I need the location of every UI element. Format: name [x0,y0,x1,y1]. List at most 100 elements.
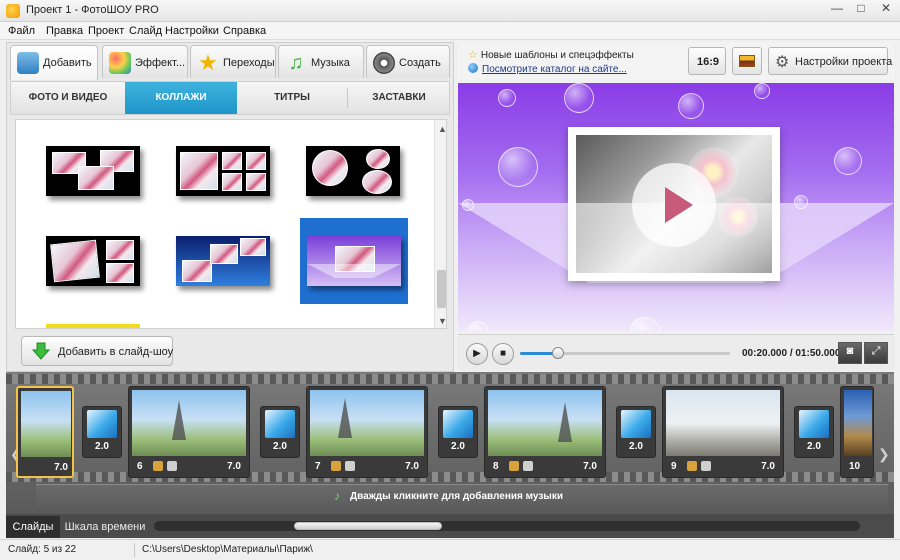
maximize-button[interactable]: □ [850,0,872,18]
timeline-scrollbar-thumb[interactable] [294,522,442,530]
sub-tabs: ФОТО И ВИДЕО КОЛЛАЖИ ТИТРЫ ЗАСТАВКИ [10,81,450,115]
preview-viewport[interactable] [458,83,894,331]
project-settings-label: Настройки проекта [795,56,893,68]
tab-titles[interactable]: ТИТРЫ [237,82,347,114]
seek-handle[interactable] [552,347,565,359]
gallery-scrollbar[interactable]: ▲ ▼ [434,120,446,328]
project-settings-button[interactable]: ⚙ Настройки проекта [768,47,892,75]
timeline-slide-9[interactable]: 9 7.0 [662,386,784,478]
sound-icon[interactable] [523,461,533,471]
menu-edit[interactable]: Правка [46,25,83,37]
tab-effects-label: Эффект... [135,57,186,69]
bubble-decoration [754,83,770,99]
tab-transitions[interactable]: ★ Переходы [190,45,276,78]
close-button[interactable]: ✕ [872,0,900,18]
add-to-slideshow-button[interactable]: Добавить в слайд-шоу [21,336,173,366]
minimize-button[interactable]: — [826,0,848,18]
left-panel: Добавить Эффект... ★ Переходы ♫ Музыка С… [6,42,454,372]
collage-template-4[interactable] [46,236,140,286]
transition-duration: 2.0 [807,441,821,452]
stop-button[interactable]: ■ [492,343,514,365]
tab-slides[interactable]: Слайды [6,516,60,538]
menu-help[interactable]: Справка [223,25,266,37]
menu-settings[interactable]: Настройки [165,25,219,37]
transition-tile[interactable]: 2.0 [616,406,656,458]
bubble-decoration [498,147,538,187]
collage-template-5[interactable] [176,236,270,286]
transition-icon [621,410,651,438]
transition-icon [799,410,829,438]
timeline-slide-5[interactable]: 7.0 [16,386,74,478]
tab-collages[interactable]: КОЛЛАЖИ [125,82,237,114]
slide-duration: 7.0 [583,461,597,472]
slide-duration: 7.0 [54,462,68,473]
slide-number: 10 [849,461,861,472]
tab-intros[interactable]: ЗАСТАВКИ [348,82,450,114]
catalog-link[interactable]: Посмотрите каталог на сайте... [468,63,627,75]
timeline-mode-bar: Слайды Шкала времени [6,514,894,538]
timeline-slide-7[interactable]: 7 7.0 [306,386,428,478]
camera-icon: ◙ [846,345,854,357]
scrollbar-thumb[interactable] [437,270,446,308]
transition-duration: 2.0 [629,441,643,452]
edit-icon[interactable] [687,461,697,471]
big-play-button[interactable] [632,163,716,247]
bubble-decoration [564,83,594,113]
scroll-up-icon[interactable]: ▲ [438,124,446,134]
background-button[interactable] [732,47,762,75]
tab-add[interactable]: Добавить [10,45,98,80]
collage-template-1[interactable] [46,146,140,196]
collage-gallery: ▲ ▼ [15,119,447,329]
edit-icon[interactable] [509,461,519,471]
menu-project[interactable]: Проект [88,25,124,37]
bubble-decoration [468,321,488,331]
transition-tile[interactable]: 2.0 [794,406,834,458]
tab-music[interactable]: ♫ Музыка [278,45,364,78]
menu-slide[interactable]: Слайд [129,25,162,37]
fullscreen-button[interactable]: ⤢ [864,342,888,364]
sound-icon[interactable] [701,461,711,471]
music-note-icon: ♪ [334,489,340,503]
music-track[interactable]: ♪ Дважды кликните для добавления музыки [36,484,888,508]
tab-create[interactable]: Создать [366,45,450,78]
timeline-slide-8[interactable]: 8 7.0 [484,386,606,478]
slide-thumbnail [132,390,246,456]
transition-tile[interactable]: 2.0 [438,406,478,458]
collage-template-6[interactable] [307,236,401,286]
slide-number: 8 [493,461,499,472]
news-notice-text: Новые шаблоны и спецэффекты [480,50,634,61]
seek-slider[interactable] [520,347,730,359]
collage-template-7[interactable] [46,324,140,328]
collage-template-2[interactable] [176,146,270,196]
timeline-slide-6[interactable]: 6 7.0 [128,386,250,478]
slide-timeline: ❮ ❯ 7.0 2.0 6 7.0 2.0 7 7.0 2.0 8 7.0 [6,372,894,514]
play-button[interactable]: ▶ [466,343,488,365]
edit-icon[interactable] [331,461,341,471]
menu-file[interactable]: Файл [8,25,35,37]
slide-thumbnail [488,390,602,456]
add-to-slideshow-label: Добавить в слайд-шоу [58,346,174,358]
transition-duration: 2.0 [273,441,287,452]
tab-photo-video[interactable]: ФОТО И ВИДЕО [11,82,125,114]
timeline-scrollbar[interactable] [154,521,860,531]
snapshot-button[interactable]: ◙ [838,342,862,364]
landscape-image-icon [739,55,755,67]
scroll-down-icon[interactable]: ▼ [438,316,446,326]
transition-tile[interactable]: 2.0 [82,406,122,458]
stop-icon: ■ [499,348,507,359]
transition-tile[interactable]: 2.0 [260,406,300,458]
tab-effects[interactable]: Эффект... [102,45,188,78]
folder-path: C:\Users\Desktop\Материалы\Париж\ [142,544,313,555]
edit-icon[interactable] [153,461,163,471]
collage-template-selected-highlight[interactable] [300,218,408,304]
sound-icon[interactable] [167,461,177,471]
catalog-link-text[interactable]: Посмотрите каталог на сайте... [482,64,627,75]
timeline-slide-10[interactable]: 10 [840,386,874,478]
collage-template-3[interactable] [306,146,400,196]
sound-icon[interactable] [345,461,355,471]
camera-icon [17,52,39,74]
tab-timeline[interactable]: Шкала времени [62,516,148,538]
slide-thumbnail [844,390,872,456]
aspect-ratio-button[interactable]: 16:9 [688,47,726,75]
scroll-right-icon[interactable]: ❯ [878,446,890,463]
